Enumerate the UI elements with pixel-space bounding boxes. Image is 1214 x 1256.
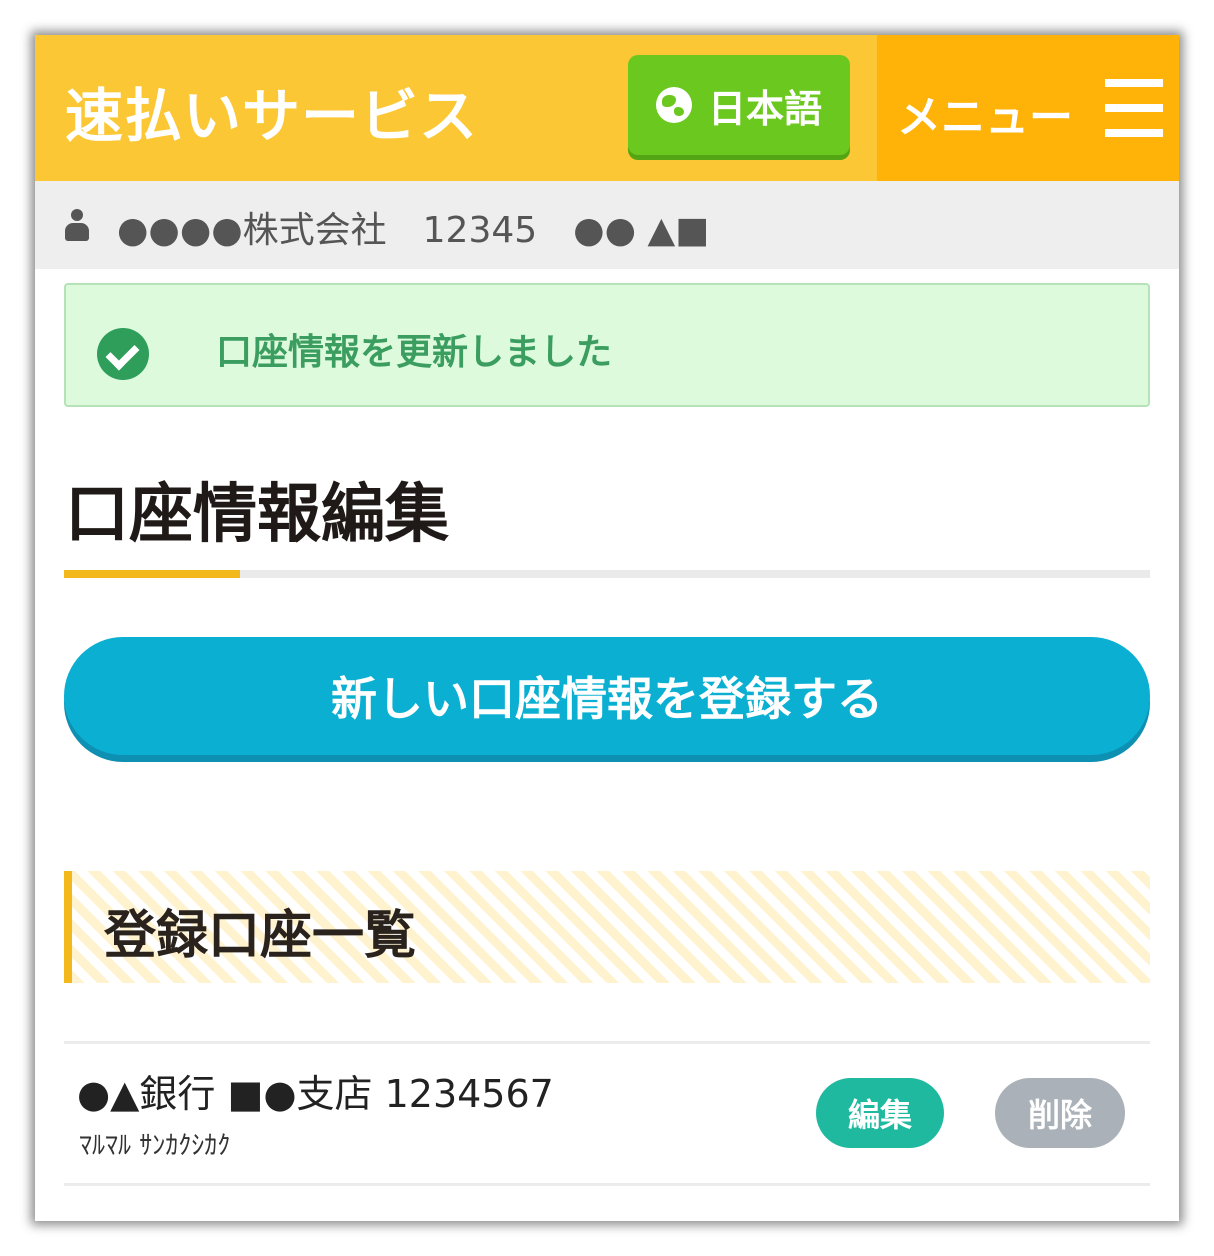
page-frame: 速払いサービス 日本語 メニュー ●●●●株式会社 12345 ●● ▲■ 口座… <box>35 35 1179 1221</box>
title-underline <box>64 570 1150 578</box>
alert-message: 口座情報を更新しました <box>216 332 613 373</box>
section-title: 登録口座一覧 <box>104 906 417 966</box>
globe-icon <box>655 87 692 123</box>
account-holder-kana: ﾏﾙﾏﾙ ｻﾝｶｸｼｶｸ <box>79 1131 231 1161</box>
app-header: 速払いサービス 日本語 メニュー <box>35 35 1179 181</box>
account-name: ●▲銀行 ■●支店 1234567 <box>77 1072 554 1116</box>
list-divider-bottom <box>64 1183 1150 1186</box>
language-label: 日本語 <box>707 86 822 131</box>
brand-title[interactable]: 速払いサービス <box>65 69 478 153</box>
list-divider-top <box>64 1041 1150 1044</box>
user-bar: ●●●●株式会社 12345 ●● ▲■ <box>35 181 1179 269</box>
title-underline-accent <box>64 570 240 578</box>
edit-account-button[interactable]: 編集 <box>816 1078 944 1148</box>
user-info: ●●●●株式会社 12345 ●● ▲■ <box>117 210 710 251</box>
menu-label: メニュー <box>897 92 1073 143</box>
register-account-button[interactable]: 新しい口座情報を登録する <box>64 637 1150 755</box>
page-title: 口座情報編集 <box>65 478 449 552</box>
menu-button[interactable]: メニュー <box>877 35 1179 181</box>
accounts-section-heading: 登録口座一覧 <box>64 871 1150 983</box>
success-alert: 口座情報を更新しました <box>64 283 1150 407</box>
user-icon <box>63 209 91 241</box>
hamburger-icon <box>1105 79 1163 137</box>
check-circle-icon <box>97 328 149 380</box>
language-button[interactable]: 日本語 <box>628 55 850 155</box>
delete-account-button[interactable]: 削除 <box>995 1078 1125 1148</box>
